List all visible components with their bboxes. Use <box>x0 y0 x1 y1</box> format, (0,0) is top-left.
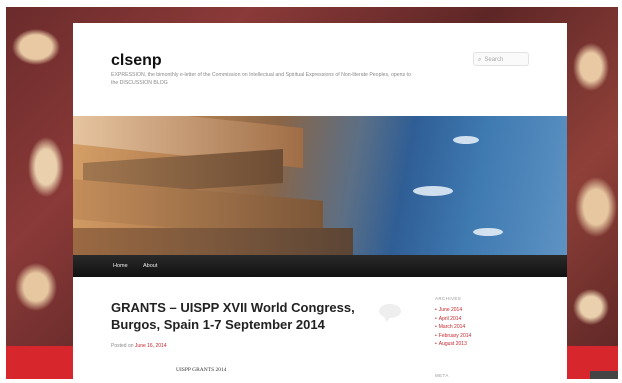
corner-badge <box>590 371 618 379</box>
post-meta-prefix: Posted on <box>111 343 134 349</box>
archive-item[interactable]: June 2014 <box>435 306 471 315</box>
banner-rock-4 <box>73 228 353 255</box>
comment-bubble-icon[interactable] <box>379 304 401 322</box>
nav-item-home[interactable]: Home <box>113 255 128 277</box>
search-placeholder: Search <box>484 57 504 63</box>
search-box[interactable]: ⌕ Search <box>473 52 529 66</box>
post-date-link[interactable]: June 16, 2014 <box>135 343 167 349</box>
search-icon: ⌕ <box>478 57 482 63</box>
banner-surf-2 <box>413 186 453 196</box>
archive-item[interactable]: August 2013 <box>435 340 471 349</box>
site-description: EXPRESSION, the bimonthly e-letter of th… <box>111 72 411 86</box>
archive-item[interactable]: February 2014 <box>435 332 472 341</box>
site-title[interactable]: clsenp <box>111 52 162 70</box>
post-title[interactable]: GRANTS – UISPP XVII World Congress, Burg… <box>111 299 363 333</box>
banner-surf-3 <box>473 228 503 236</box>
archive-item[interactable]: April 2014 <box>435 315 471 324</box>
nav-item-about[interactable]: About <box>143 255 157 277</box>
header-banner-image <box>73 116 567 255</box>
archive-item[interactable]: March 2014 <box>435 323 471 332</box>
meta-heading: META <box>435 373 449 378</box>
post-content-title: UISPP GRANTS 2014 <box>176 367 227 373</box>
archives-heading: ARCHIVES <box>435 296 462 301</box>
banner-surf-1 <box>453 136 479 144</box>
post-meta: Posted on June 16, 2014 <box>111 343 167 349</box>
main-navigation: Home About <box>73 255 567 277</box>
blog-page: clsenp EXPRESSION, the bimonthly e-lette… <box>73 23 567 383</box>
archives-list: June 2014 April 2014 March 2014 February… <box>435 306 472 349</box>
